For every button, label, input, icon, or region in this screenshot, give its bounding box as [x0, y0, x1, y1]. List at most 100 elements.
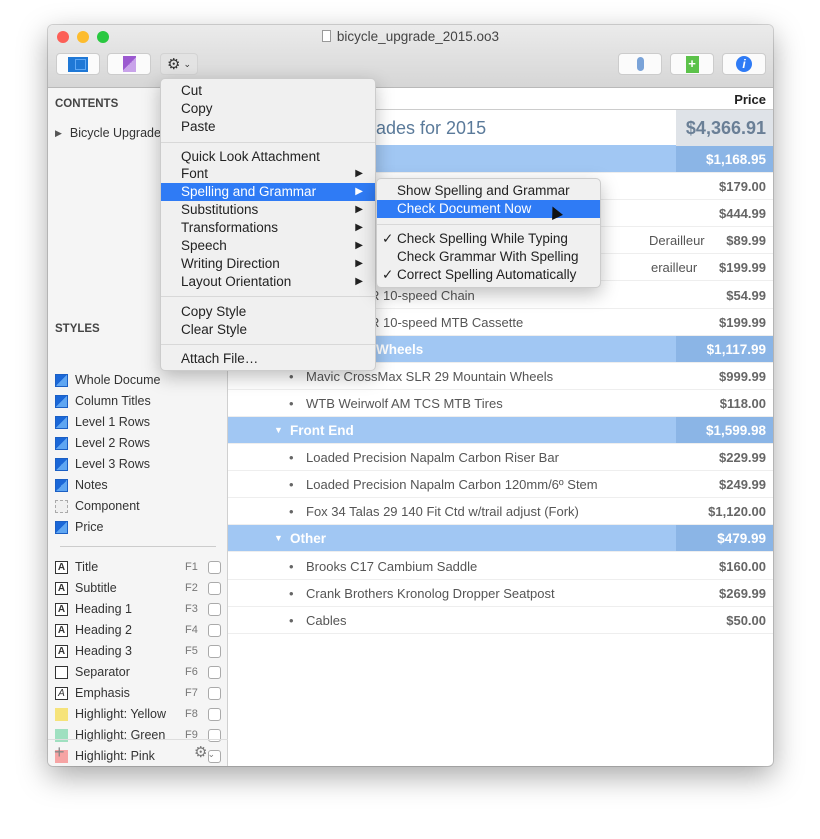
- action-menu-button[interactable]: ⚙ ⌄: [160, 53, 198, 75]
- group-row[interactable]: ▼ Other $479.99: [228, 525, 773, 553]
- disclosure-triangle-icon[interactable]: ▶: [55, 128, 62, 139]
- menu-item-spelling-and-grammar[interactable]: Spelling and Grammar ▶: [161, 183, 375, 201]
- style-item[interactable]: Column Titles: [55, 391, 151, 411]
- row-price: $1,117.99: [676, 335, 773, 362]
- menu-item-check-spelling-while-typing[interactable]: ✓ Check Spelling While Typing: [377, 230, 600, 248]
- table-row[interactable]: • Cables $50.00: [228, 607, 773, 634]
- menu-item-layout-orientation[interactable]: Layout Orientation ▶: [161, 273, 375, 291]
- styles-header: STYLES: [55, 323, 100, 335]
- style-checkbox[interactable]: [208, 623, 221, 637]
- menu-item-cut[interactable]: Cut: [161, 82, 375, 100]
- named-style-item[interactable]: A Title F1: [55, 557, 225, 577]
- checkmark-icon: ✓: [382, 267, 394, 282]
- document-window: bicycle_upgrade_2015.oo3 ⚙ ⌄ + i CONTENTS…: [48, 25, 773, 766]
- submenu-arrow-icon: ▶: [355, 276, 363, 287]
- named-style-item[interactable]: A Heading 2 F4: [55, 620, 225, 640]
- menu-item-show-spelling-and-grammar[interactable]: Show Spelling and Grammar: [377, 182, 600, 200]
- named-style-item[interactable]: A Heading 3 F5: [55, 641, 225, 661]
- chevron-down-icon: ⌄: [183, 58, 191, 69]
- style-item[interactable]: Component: [55, 496, 140, 516]
- shortcut-key: F6: [185, 666, 198, 678]
- style-checkbox[interactable]: [208, 644, 221, 658]
- submenu-arrow-icon: ▶: [355, 168, 363, 179]
- bullet-icon: •: [289, 504, 294, 520]
- add-row-button[interactable]: +: [670, 53, 714, 75]
- style-item[interactable]: Level 3 Rows: [55, 454, 150, 474]
- style-swatch-icon: [55, 394, 68, 408]
- style-label: Price: [75, 520, 104, 534]
- style-checkbox[interactable]: [208, 581, 221, 595]
- style-checkbox[interactable]: [208, 560, 221, 574]
- menu-item-check-grammar-with-spelling[interactable]: Check Grammar With Spelling: [377, 248, 600, 266]
- shortcut-key: F5: [185, 645, 198, 657]
- row-price: $1,168.95: [676, 146, 773, 172]
- style-swatch-icon: A: [55, 560, 68, 574]
- style-item[interactable]: Whole Docume: [55, 370, 160, 390]
- disclosure-triangle-icon[interactable]: ▼: [274, 417, 283, 444]
- named-style-item[interactable]: A Heading 1 F3: [55, 599, 225, 619]
- menu-item-check-document-now[interactable]: Check Document Now: [377, 200, 600, 218]
- group-row[interactable]: ▼ Front End $1,599.98: [228, 417, 773, 444]
- add-style-button[interactable]: +: [54, 742, 65, 763]
- style-item[interactable]: Price: [55, 517, 103, 537]
- style-swatch-icon: [55, 457, 68, 471]
- dictation-button[interactable]: [618, 53, 662, 75]
- bullet-icon: •: [289, 612, 294, 628]
- menu-item-attach-file[interactable]: Attach File…: [161, 350, 375, 368]
- table-row[interactable]: • Brooks C17 Cambium Saddle $160.00: [228, 553, 773, 580]
- menu-item-transformations[interactable]: Transformations ▶: [161, 219, 375, 237]
- style-label: Separator: [75, 665, 130, 679]
- table-row[interactable]: • WTB Weirwolf AM TCS MTB Tires $118.00: [228, 390, 773, 417]
- row-price: $999.99: [719, 368, 766, 384]
- style-button[interactable]: [107, 53, 151, 75]
- menu-item-correct-spelling-automatically[interactable]: ✓ Correct Spelling Automatically: [377, 266, 600, 284]
- row-price: $199.99: [719, 314, 766, 330]
- style-swatch-icon: A: [55, 602, 68, 616]
- menu-item-writing-direction[interactable]: Writing Direction ▶: [161, 255, 375, 273]
- sidebar-toggle-button[interactable]: [56, 53, 100, 75]
- style-swatch-icon: [55, 499, 68, 513]
- table-row[interactable]: • Crank Brothers Kronolog Dropper Seatpos…: [228, 580, 773, 607]
- row-price: $89.99: [726, 233, 766, 249]
- named-style-item[interactable]: A Emphasis F7: [55, 683, 225, 703]
- style-item[interactable]: Level 1 Rows: [55, 412, 150, 432]
- contents-item[interactable]: ▶ Bicycle Upgrade: [55, 123, 161, 143]
- menu-item-copy[interactable]: Copy: [161, 100, 375, 118]
- style-checkbox[interactable]: [208, 602, 221, 616]
- menu-item-clear-style[interactable]: Clear Style: [161, 321, 375, 339]
- menu-item-label: Cut: [181, 83, 203, 98]
- named-style-item[interactable]: A Subtitle F2: [55, 578, 225, 598]
- menu-item-substitutions[interactable]: Substitutions ▶: [161, 201, 375, 219]
- style-checkbox[interactable]: [208, 686, 221, 700]
- named-style-item[interactable]: Separator F6: [55, 662, 225, 682]
- style-item[interactable]: Level 2 Rows: [55, 433, 150, 453]
- table-row[interactable]: • Loaded Precision Napalm Carbon Riser Ba…: [228, 444, 773, 472]
- table-row[interactable]: • Loaded Precision Napalm Carbon 120mm/6º…: [228, 471, 773, 499]
- menu-item-paste[interactable]: Paste: [161, 118, 375, 136]
- microphone-icon: [636, 57, 644, 71]
- style-swatch-icon: [55, 520, 68, 534]
- style-actions-button[interactable]: ⚙⌄: [194, 743, 215, 761]
- row-text: Wheels: [376, 341, 424, 357]
- style-checkbox[interactable]: [208, 665, 221, 679]
- row-price: $50.00: [726, 612, 766, 628]
- info-button[interactable]: i: [722, 53, 766, 75]
- style-label: Heading 3: [75, 644, 132, 658]
- style-label: Level 2 Rows: [75, 436, 151, 450]
- document-icon: [321, 30, 331, 42]
- menu-item-copy-style[interactable]: Copy Style: [161, 303, 375, 321]
- style-checkbox[interactable]: [208, 707, 221, 721]
- named-style-item[interactable]: Highlight: Yellow F8: [55, 704, 225, 724]
- row-price: $229.99: [719, 450, 766, 466]
- menu-separator: [161, 296, 375, 297]
- row-price: $249.99: [719, 477, 766, 493]
- style-label: Notes: [75, 478, 108, 492]
- menu-item-font[interactable]: Font ▶: [161, 165, 375, 183]
- style-item[interactable]: Notes: [55, 475, 108, 495]
- row-price: $444.99: [719, 206, 766, 222]
- menu-item-speech[interactable]: Speech ▶: [161, 237, 375, 255]
- price-column-header[interactable]: Price: [734, 92, 766, 107]
- disclosure-triangle-icon[interactable]: ▼: [274, 525, 283, 552]
- menu-item-quick-look-attachment[interactable]: Quick Look Attachment: [161, 148, 375, 166]
- table-row[interactable]: • Fox 34 Talas 29 140 Fit Ctd w/trail adj…: [228, 498, 773, 526]
